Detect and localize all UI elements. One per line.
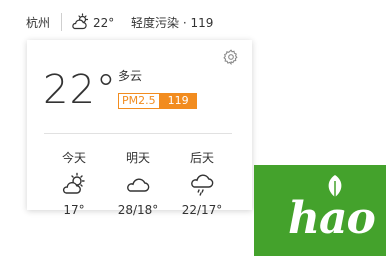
weather-condition: 多云: [118, 69, 143, 83]
partly-cloudy-icon: [72, 13, 89, 30]
weather-topbar[interactable]: 杭州 22° 轻度污染 · 119: [0, 0, 386, 40]
pm25-value: 119: [159, 93, 197, 109]
divider: [61, 13, 62, 31]
forecast-day-after: 后天 22/17°: [172, 150, 232, 218]
forecast-day-label: 今天: [61, 151, 86, 165]
partly-cloudy-icon: [62, 172, 85, 194]
pm25-label: PM2.5: [118, 93, 160, 109]
logo-text: hao: [288, 193, 376, 244]
forecast-day-label: 明天: [125, 151, 150, 165]
forecast-today: 今天 17°: [44, 150, 104, 218]
forecast-tomorrow: 明天 28/18°: [108, 150, 168, 218]
cloudy-icon: [127, 178, 150, 192]
current-temp-small: 22°: [93, 16, 115, 30]
gear-icon[interactable]: [223, 49, 239, 65]
air-quality-text[interactable]: 轻度污染 · 119: [131, 15, 213, 31]
divider: [44, 133, 232, 134]
pm25-badge: PM2.5 119: [118, 93, 197, 109]
forecast-day-label: 后天: [189, 151, 214, 165]
forecast-temp: 28/18°: [117, 203, 159, 217]
forecast-temp: 22/17°: [181, 203, 223, 217]
weather-popup: 22° 多云 PM2.5 119 今天 17° 明天 28/18° 后天 22/…: [27, 40, 252, 217]
hao-logo[interactable]: hao: [254, 165, 386, 256]
rain-icon: [191, 174, 214, 196]
city-name[interactable]: 杭州: [26, 15, 50, 31]
current-temperature: 22°: [43, 67, 117, 113]
forecast-temp: 17°: [63, 203, 85, 217]
